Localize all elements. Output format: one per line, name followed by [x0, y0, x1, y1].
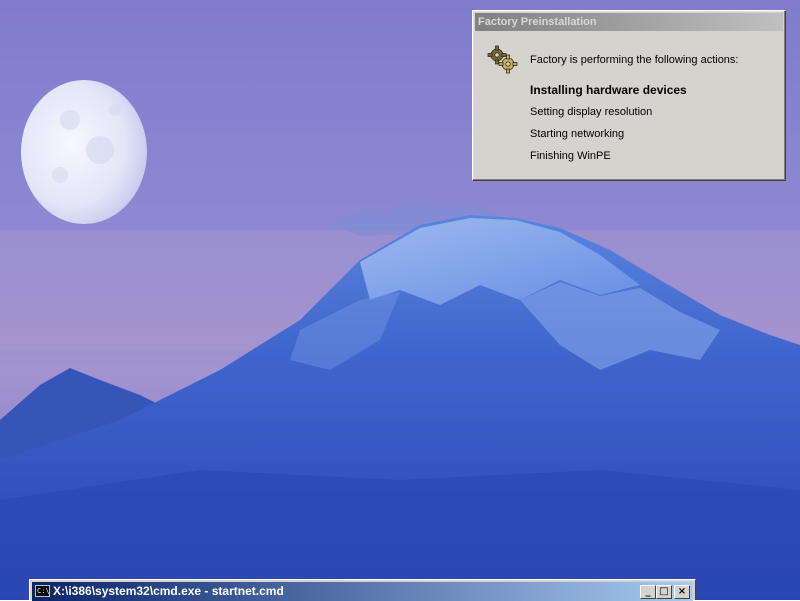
action-item: Finishing WinPE — [530, 150, 611, 162]
moon — [21, 80, 147, 224]
minimize-button[interactable]: _ — [640, 585, 656, 599]
cmd-titlebar[interactable]: C:\ X:\i386\system32\cmd.exe - startnet.… — [32, 582, 693, 601]
cmd-window[interactable]: C:\ X:\i386\system32\cmd.exe - startnet.… — [29, 579, 696, 601]
gears-icon — [486, 44, 520, 74]
cmd-window-title: X:\i386\system32\cmd.exe - startnet.cmd — [53, 584, 284, 598]
dialog-intro-text: Factory is performing the following acti… — [530, 54, 739, 66]
maximize-button[interactable]: □ — [656, 585, 672, 599]
factory-preinstallation-dialog: Factory Preinstallation Factory is perfo… — [472, 10, 786, 181]
action-item: Setting display resolution — [530, 106, 653, 118]
action-item: Starting networking — [530, 128, 625, 140]
close-button[interactable]: × — [674, 585, 690, 599]
console-icon[interactable]: C:\ — [35, 585, 50, 597]
actions-list: Installing hardware devices Setting disp… — [530, 83, 687, 171]
dialog-title[interactable]: Factory Preinstallation — [475, 13, 783, 31]
action-item-current: Installing hardware devices — [530, 83, 687, 97]
